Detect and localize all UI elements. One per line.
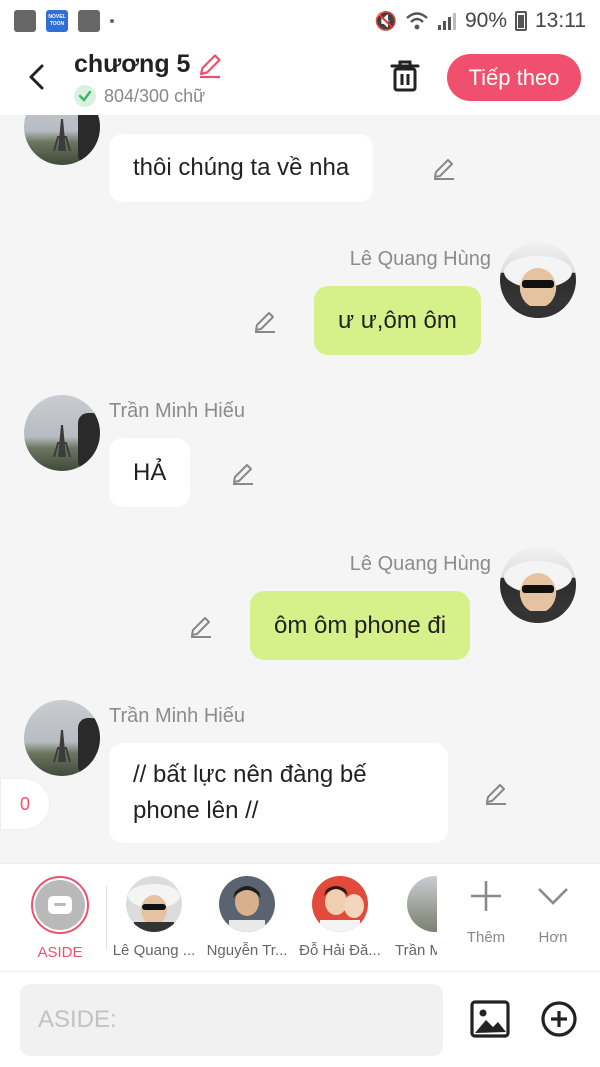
avatar xyxy=(219,876,275,932)
wifi-icon xyxy=(406,12,428,30)
character-le-quang-hung[interactable]: Lê Quang ... xyxy=(108,876,200,959)
noveltoon-notification-icon: NOVEL TOON xyxy=(46,10,68,32)
eiffel-tower-image xyxy=(53,718,100,776)
message-bubble[interactable]: // bất lực nên đàng bế phone lên // xyxy=(109,743,448,843)
flipboard-notification-icon xyxy=(78,10,100,32)
edit-message-pencil-icon[interactable] xyxy=(431,155,457,181)
character-selector: ASIDE Lê Quang ... Nguyễn Tr... Đỗ Hải Đ… xyxy=(0,863,600,971)
word-count: 804/300 chữ xyxy=(104,85,206,106)
more-characters-label: Hơn xyxy=(538,929,568,946)
character-tran-minh-hieu[interactable]: Trần M xyxy=(387,876,437,959)
battery-percent: 90% xyxy=(464,9,507,32)
message-text: ôm ôm phone đi xyxy=(274,611,447,639)
sender-name: Trần Minh Hiếu xyxy=(109,400,245,422)
eiffel-tower-image xyxy=(53,115,100,165)
status-bar: NOVEL TOON 🔇 90% 13:11 xyxy=(0,0,600,42)
character-aside[interactable]: ASIDE xyxy=(14,876,106,961)
character-label: Nguyễn Tr... xyxy=(206,942,288,959)
message-counter-badge[interactable]: 0 xyxy=(0,778,50,830)
chevron-down-icon xyxy=(538,888,568,905)
back-arrow-icon[interactable] xyxy=(22,60,52,94)
sender-name: Lê Quang Hùng xyxy=(349,248,491,270)
more-characters-button[interactable]: Hơn xyxy=(523,878,583,946)
edit-message-pencil-icon[interactable] xyxy=(230,460,256,486)
chapter-title-block: chương 5 804/300 chữ xyxy=(74,50,224,107)
sender-name: Lê Quang Hùng xyxy=(349,553,491,575)
chat-area: thôi chúng ta về nha Lê Quang Hùng ư ư,ô… xyxy=(0,115,600,863)
character-label: Lê Quang ... xyxy=(112,942,196,959)
more-notifications-icon xyxy=(110,19,114,23)
message-bubble[interactable]: ư ư,ôm ôm xyxy=(314,286,481,355)
message-text: thôi chúng ta về nha xyxy=(133,154,350,181)
edit-message-pencil-icon[interactable] xyxy=(188,613,214,639)
character-label: ASIDE xyxy=(37,944,83,961)
character-nguyen[interactable]: Nguyễn Tr... xyxy=(201,876,293,959)
message-input[interactable] xyxy=(20,984,443,1056)
gallery-notification-icon xyxy=(14,10,36,32)
message-bubble[interactable]: ôm ôm phone đi xyxy=(250,591,471,660)
avatar-photo xyxy=(504,561,572,623)
aside-chat-icon xyxy=(48,896,72,914)
eiffel-tower-image xyxy=(53,413,100,471)
add-circle-icon[interactable] xyxy=(540,1000,578,1038)
composer-bar xyxy=(0,971,600,1067)
battery-icon xyxy=(515,11,527,31)
message-bubble[interactable]: HẢ xyxy=(109,438,191,507)
signal-icon xyxy=(437,13,456,30)
message-bubble[interactable]: thôi chúng ta về nha xyxy=(109,134,374,202)
avatar-tran-minh-hieu xyxy=(24,395,100,471)
avatar-photo xyxy=(504,256,572,318)
character-label: Đỗ Hải Đă... xyxy=(299,942,381,959)
avatar xyxy=(312,876,368,932)
chapter-title[interactable]: chương 5 xyxy=(74,50,190,79)
avatar xyxy=(407,876,437,932)
message-text: HẢ xyxy=(133,458,167,486)
check-icon xyxy=(74,85,96,107)
add-character-button[interactable]: Thêm xyxy=(456,878,516,946)
character-label: Trần M xyxy=(395,942,437,959)
avatar-le-quang-hung xyxy=(500,242,576,318)
sender-name: Trần Minh Hiếu xyxy=(109,705,245,727)
editor-header: chương 5 804/300 chữ Tiếp theo xyxy=(0,42,600,115)
avatar-tran-minh-hieu xyxy=(24,700,100,776)
edit-message-pencil-icon[interactable] xyxy=(252,308,278,334)
avatar xyxy=(126,876,182,932)
clock: 13:11 xyxy=(535,9,586,32)
trash-icon[interactable] xyxy=(388,58,422,94)
plus-icon xyxy=(471,881,501,911)
message-text: ư ư,ôm ôm xyxy=(338,306,457,334)
mute-icon: 🔇 xyxy=(374,10,397,31)
avatar-tran-minh-hieu xyxy=(24,115,100,165)
image-icon[interactable] xyxy=(470,1000,510,1038)
divider xyxy=(106,886,107,950)
add-character-label: Thêm xyxy=(466,929,506,946)
edit-message-pencil-icon[interactable] xyxy=(483,780,509,806)
edit-title-pencil-icon[interactable] xyxy=(196,51,224,79)
message-text: // bất lực nên đàng bế phone lên // xyxy=(133,761,367,824)
avatar-le-quang-hung xyxy=(500,547,576,623)
next-button[interactable]: Tiếp theo xyxy=(447,54,581,101)
character-do-hai-dang[interactable]: Đỗ Hải Đă... xyxy=(294,876,386,959)
